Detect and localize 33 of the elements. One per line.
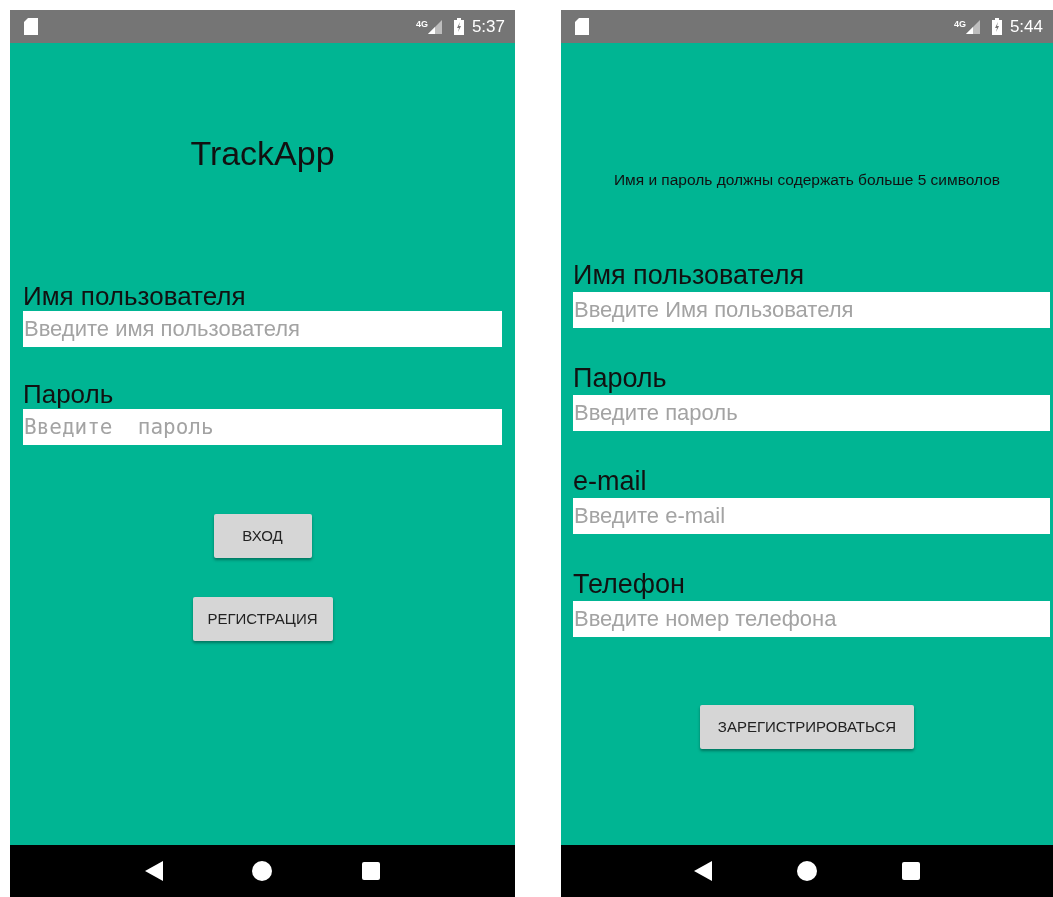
home-icon[interactable] <box>252 861 273 881</box>
field-label: Телефон <box>573 569 685 599</box>
sd-card-icon <box>575 18 589 35</box>
input-field[interactable]: Введите Имя пользователя <box>573 292 1050 328</box>
recents-icon[interactable] <box>362 862 381 880</box>
status-time: 5:44 <box>1009 15 1043 38</box>
back-icon[interactable] <box>144 861 163 881</box>
recents-icon[interactable] <box>902 862 921 880</box>
input-field[interactable]: Введите пароль <box>573 395 1050 431</box>
input-field[interactable]: Введите номер телефона <box>573 601 1050 637</box>
app-button[interactable]: ЗАРЕГИСТРИРОВАТЬСЯ <box>700 705 914 749</box>
network-type: 4G <box>415 18 428 31</box>
app-button[interactable]: РЕГИСТРАЦИЯ <box>192 597 333 641</box>
validation-message: Имя и пароль должны содержать больше 5 символов <box>612 170 1002 190</box>
input-field[interactable]: Введите имя пользователя <box>23 311 502 347</box>
signal-icon <box>965 19 980 34</box>
sd-card-icon <box>24 18 38 35</box>
field-label: e-mail <box>573 466 647 496</box>
field-label: Пароль <box>23 379 114 409</box>
back-icon[interactable] <box>693 861 712 881</box>
input-field[interactable]: Введите e-mail <box>573 498 1050 534</box>
status-time: 5:37 <box>471 15 505 38</box>
app-button[interactable]: ВХОД <box>213 514 312 558</box>
battery-icon <box>453 18 464 35</box>
network-type: 4G <box>953 18 966 31</box>
home-icon[interactable] <box>797 861 817 881</box>
input-field[interactable]: Введите пароль <box>23 409 502 445</box>
field-label: Имя пользователя <box>573 260 805 290</box>
battery-icon <box>991 18 1002 35</box>
app-title: TrackApp <box>189 133 336 173</box>
field-label: Пароль <box>573 363 667 393</box>
signal-icon <box>427 19 442 34</box>
field-label: Имя пользователя <box>23 281 246 311</box>
